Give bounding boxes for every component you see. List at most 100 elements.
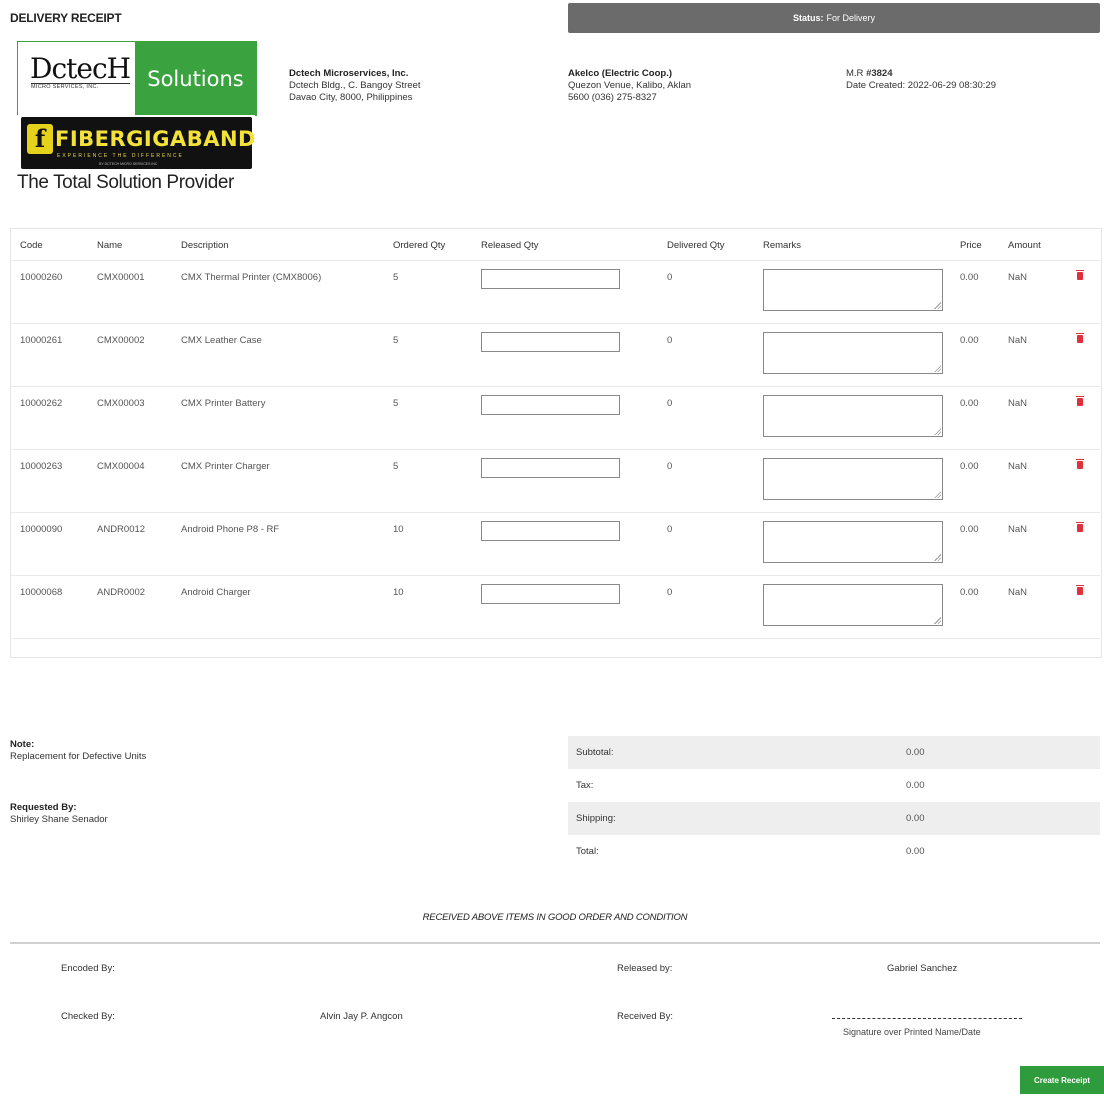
- released-qty-input[interactable]: [481, 584, 620, 604]
- header-ordered-qty: Ordered Qty: [393, 240, 446, 251]
- logo-tagline: The Total Solution Provider: [17, 172, 234, 193]
- cell-amount: NaN: [1008, 587, 1028, 598]
- mr-number: #3824: [866, 68, 893, 79]
- receipt-info: M.R #3824 Date Created: 2022-06-29 08:30…: [846, 68, 996, 92]
- fiber-logo-small: BY DCTECH MICRO SERVICES INC: [99, 161, 158, 166]
- logo-brand-sub: MICRO SERVICES, INC.: [31, 84, 99, 90]
- released-by-label: Released by:: [617, 963, 673, 974]
- cell-price: 0.00: [960, 461, 979, 472]
- released-qty-input[interactable]: [481, 269, 620, 289]
- released-qty-input[interactable]: [481, 458, 620, 478]
- header-released-qty: Released Qty: [481, 240, 539, 251]
- cell-code: 10000260: [20, 272, 63, 283]
- customer-info: Akelco (Electric Coop.) Quezon Venue, Ka…: [568, 68, 691, 104]
- cell-name: CMX00004: [97, 461, 145, 472]
- table-header-divider: [10, 260, 1100, 261]
- cell-ordered-qty: 5: [393, 335, 399, 346]
- cell-price: 0.00: [960, 398, 979, 409]
- tax-value: 0.00: [906, 780, 925, 791]
- row-divider: [10, 323, 1100, 324]
- released-qty-input[interactable]: [481, 521, 620, 541]
- header-name: Name: [97, 240, 123, 251]
- cell-delivered-qty: 0: [667, 461, 673, 472]
- remarks-textarea[interactable]: [763, 395, 943, 437]
- checked-by-label: Checked By:: [61, 1011, 115, 1022]
- remarks-textarea[interactable]: [763, 269, 943, 311]
- trash-icon[interactable]: [1076, 585, 1084, 595]
- subtotal-row: Subtotal: 0.00: [568, 736, 1100, 769]
- trash-icon[interactable]: [1076, 333, 1084, 343]
- checked-by-value: Alvin Jay P. Angcon: [320, 1011, 403, 1022]
- cell-ordered-qty: 5: [393, 398, 399, 409]
- header-code: Code: [20, 240, 43, 251]
- company-address-1: Dctech Bldg., C. Bangoy Street: [289, 80, 421, 91]
- trash-icon[interactable]: [1076, 522, 1084, 532]
- customer-address-1: Quezon Venue, Kalibo, Aklan: [568, 80, 692, 91]
- cell-price: 0.00: [960, 524, 979, 535]
- cell-name: ANDR0012: [97, 524, 146, 535]
- total-row: Total: 0.00: [568, 835, 1100, 868]
- cell-ordered-qty: 10: [393, 587, 404, 598]
- signature-caption: Signature over Printed Name/Date: [843, 1027, 981, 1037]
- cell-amount: NaN: [1008, 398, 1028, 409]
- header-amount: Amount: [1008, 240, 1041, 251]
- shipping-label: Shipping:: [576, 813, 616, 824]
- cell-price: 0.00: [960, 587, 979, 598]
- cell-description: Android Charger: [181, 587, 251, 598]
- row-divider: [10, 449, 1100, 450]
- cell-delivered-qty: 0: [667, 398, 673, 409]
- cell-description: CMX Printer Charger: [181, 461, 270, 472]
- remarks-textarea[interactable]: [763, 521, 943, 563]
- cell-amount: NaN: [1008, 272, 1028, 283]
- status-bar: Status: For Delivery: [568, 3, 1100, 33]
- date-label: Date Created:: [846, 80, 906, 91]
- logo-brand: DctecH: [30, 52, 131, 85]
- released-qty-input[interactable]: [481, 332, 620, 352]
- trash-icon[interactable]: [1076, 396, 1084, 406]
- cell-name: CMX00001: [97, 272, 145, 283]
- shipping-row: Shipping: 0.00: [568, 802, 1100, 835]
- resize-grip-icon[interactable]: [934, 365, 941, 372]
- resize-grip-icon[interactable]: [934, 428, 941, 435]
- trash-icon[interactable]: [1076, 270, 1084, 280]
- cell-code: 10000263: [20, 461, 63, 472]
- remarks-textarea[interactable]: [763, 584, 943, 626]
- received-statement: RECEIVED ABOVE ITEMS IN GOOD ORDER AND C…: [422, 912, 688, 923]
- remarks-textarea[interactable]: [763, 332, 943, 374]
- resize-grip-icon[interactable]: [934, 491, 941, 498]
- requested-value: Shirley Shane Senador: [10, 814, 108, 825]
- logo-solutions: Solutions: [135, 42, 256, 115]
- total-value: 0.00: [906, 846, 925, 857]
- cell-price: 0.00: [960, 335, 979, 346]
- tax-label: Tax:: [576, 780, 594, 791]
- company-address-2: Davao City, 8000, Philippines: [289, 92, 413, 103]
- requested-label: Requested By:: [10, 802, 77, 813]
- cell-delivered-qty: 0: [667, 524, 673, 535]
- released-qty-input[interactable]: [481, 395, 620, 415]
- remarks-textarea[interactable]: [763, 458, 943, 500]
- cell-name: CMX00002: [97, 335, 145, 346]
- cell-name: ANDR0002: [97, 587, 146, 598]
- cell-delivered-qty: 0: [667, 272, 673, 283]
- trash-icon[interactable]: [1076, 459, 1084, 469]
- page-title: DELIVERY RECEIPT: [10, 11, 122, 25]
- note-label: Note:: [10, 739, 35, 750]
- cell-delivered-qty: 0: [667, 335, 673, 346]
- create-receipt-button[interactable]: Create Receipt: [1020, 1066, 1104, 1094]
- row-divider: [10, 512, 1100, 513]
- released-by-value: Gabriel Sanchez: [887, 963, 958, 974]
- divider: [10, 942, 1100, 944]
- fiber-logo-tagline: EXPERIENCE THE DIFFERENCE: [57, 152, 184, 159]
- company-logo: DctecH MICRO SERVICES, INC. Solutions f …: [17, 41, 257, 196]
- cell-ordered-qty: 5: [393, 272, 399, 283]
- resize-grip-icon[interactable]: [934, 554, 941, 561]
- resize-grip-icon[interactable]: [934, 302, 941, 309]
- header-remarks: Remarks: [763, 240, 802, 251]
- resize-grip-icon[interactable]: [934, 617, 941, 624]
- cell-description: CMX Thermal Printer (CMX8006): [181, 272, 322, 283]
- status-value: For Delivery: [826, 13, 876, 23]
- note-value: Replacement for Defective Units: [10, 751, 147, 762]
- cell-price: 0.00: [960, 272, 979, 283]
- customer-name: Akelco (Electric Coop.): [568, 68, 672, 79]
- cell-name: CMX00003: [97, 398, 145, 409]
